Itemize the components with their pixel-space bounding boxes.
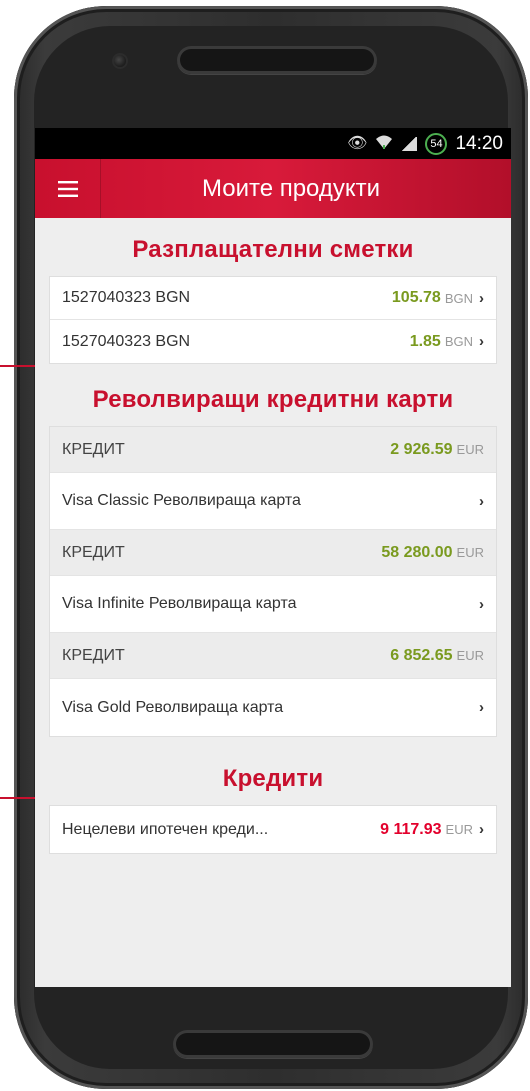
credit-cards-card: КРЕДИТ 2 926.59 EUR Visa Classic Револви… [49,426,497,737]
credit-amount: 2 926.59 [390,440,453,458]
section-title-accounts: Разплащателни сметки [132,236,414,263]
account-balance: 1.85 [409,332,441,350]
page-title: Моите продукти [201,174,381,202]
credit-label: КРЕДИТ [62,646,125,664]
card-name: Visa Infinite Револвираща карта [62,595,297,612]
loan-row[interactable]: Нецелеви ипотечен креди... 9 117.93 EUR … [50,806,496,853]
wifi-icon [375,134,393,154]
chevron-right-icon: › [479,821,484,838]
loan-name: Нецелеви ипотечен креди... [62,820,269,838]
credit-amount: 58 280.00 [381,543,453,561]
account-currency: BGN [444,290,473,306]
chevron-right-icon: › [479,333,484,350]
eye-icon: 👁 [347,134,368,152]
credit-limit-row: КРЕДИТ 6 852.65 EUR [50,633,496,679]
account-row[interactable]: 1527040323 BGN 1.85 BGN › [50,320,496,363]
credit-label: КРЕДИТ [62,543,125,561]
loans-card: Нецелеви ипотечен креди... 9 117.93 EUR … [49,805,497,854]
status-bar: 👁 54 14:20 [35,128,511,159]
battery-indicator: 54 [425,132,448,155]
app-screen: 👁 54 14:20 Моите продукти Разплащателни … [35,128,511,987]
clock: 14:20 [455,132,503,154]
accounts-card: 1527040323 BGN 105.78 BGN › 1527040323 B… [49,276,497,364]
credit-label: КРЕДИТ [62,440,125,458]
credit-limit-row: КРЕДИТ 58 280.00 EUR [50,530,496,576]
loan-currency: EUR [445,822,473,837]
account-currency: BGN [444,334,473,349]
credit-limit-row: КРЕДИТ 2 926.59 EUR [50,427,496,473]
card-row[interactable]: Visa Gold Револвираща карта › [50,679,496,736]
hamburger-icon [57,180,78,197]
front-camera [114,55,126,67]
hamburger-menu-button[interactable] [35,159,101,218]
chevron-right-icon: › [479,699,484,716]
account-label: 1527040323 BGN [62,332,191,350]
app-bar: Моите продукти [35,159,511,218]
card-name: Visa Classic Револвираща карта [62,492,301,509]
section-title-loans: Кредити [222,765,324,792]
card-name: Visa Gold Револвираща карта [62,698,284,716]
account-balance: 105.78 [391,289,441,306]
account-label: 1527040323 BGN [62,289,191,306]
chevron-right-icon: › [479,289,484,307]
card-row[interactable]: Visa Infinite Револвираща карта › [50,576,496,633]
credit-currency: EUR [456,648,484,663]
credit-amount: 6 852.65 [390,646,453,664]
account-row[interactable]: 1527040323 BGN 105.78 BGN › [50,277,496,320]
bottom-speaker [173,1030,373,1058]
card-row[interactable]: Visa Classic Револвираща карта › [50,473,496,530]
earpiece-speaker [177,46,377,74]
chevron-right-icon: › [479,595,484,613]
chevron-right-icon: › [479,492,484,510]
credit-currency: EUR [456,442,484,457]
credit-currency: EUR [456,545,484,560]
signal-icon [401,136,418,151]
section-title-cards: Револвиращи кредитни карти [92,386,454,413]
loan-amount: 9 117.93 [380,820,442,838]
